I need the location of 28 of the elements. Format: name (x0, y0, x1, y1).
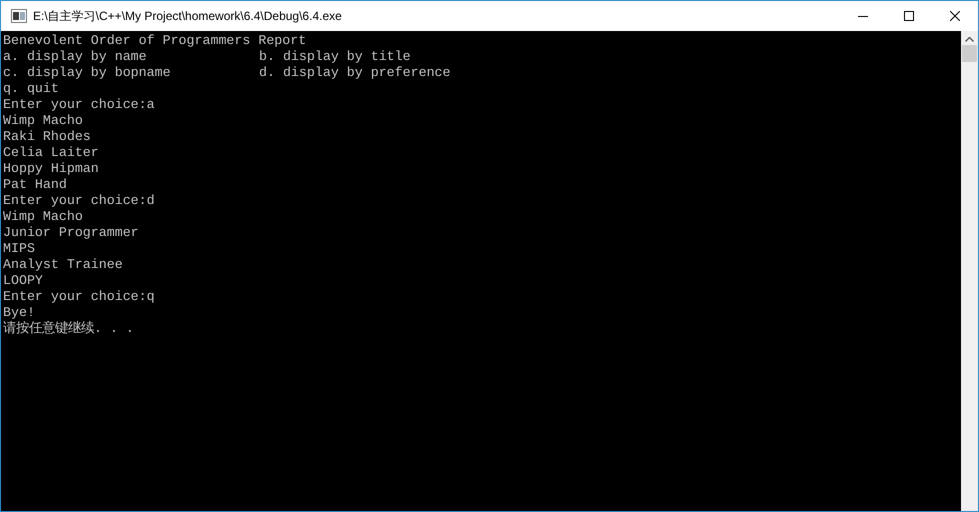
console-line: Enter your choice:a (3, 97, 155, 112)
console-line: Wimp Macho (3, 209, 83, 224)
console-line: Celia Laiter (3, 145, 99, 160)
console-line: Analyst Trainee (3, 257, 123, 272)
console-line: d. display by preference (259, 65, 451, 80)
console-line: Hoppy Hipman (3, 161, 99, 176)
close-icon (950, 11, 960, 21)
console-line: MIPS (3, 241, 35, 256)
console-line: 请按任意键继续. . . (3, 321, 134, 336)
console-line: Raki Rhodes (3, 129, 91, 144)
window-title: E:\自主学习\C++\My Project\homework\6.4\Debug\6.4.exe (33, 8, 342, 25)
console-line: Enter your choice:d (3, 193, 155, 208)
console-line: Bye! (3, 305, 35, 320)
console-line: q. quit (3, 81, 59, 96)
scroll-up-icon (965, 37, 974, 42)
console-line: Enter your choice:q (3, 289, 155, 304)
console-line: Benevolent Order of Programmers Report (3, 33, 306, 48)
console-line: b. display by title (259, 49, 411, 64)
scrollbar[interactable] (961, 31, 978, 511)
console-line: Pat Hand (3, 177, 67, 192)
console-line: Wimp Macho (3, 113, 83, 128)
console-line: LOOPY (3, 273, 43, 288)
console-line: c. display by bopname (3, 65, 171, 80)
console-line: a. display by name (3, 49, 147, 64)
console-app-icon (11, 9, 27, 23)
scrollbar-thumb[interactable] (962, 45, 977, 62)
maximize-icon (904, 11, 914, 21)
console-line: Junior Programmer (3, 225, 139, 240)
